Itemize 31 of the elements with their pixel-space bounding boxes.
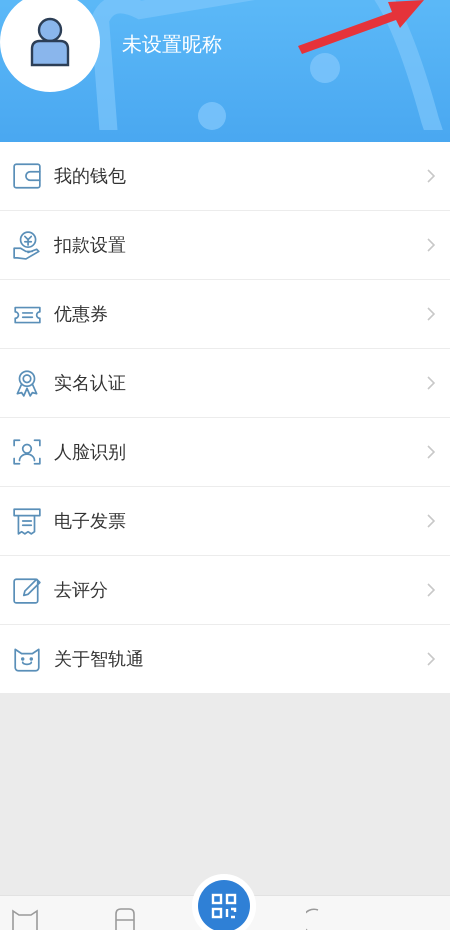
menu-item[interactable]: 人脸识别 <box>0 417 450 486</box>
menu-item[interactable]: 实名认证 <box>0 348 450 417</box>
qr-code-icon <box>211 893 237 919</box>
person-icon <box>29 15 71 69</box>
coin-in-hand-icon <box>12 230 42 260</box>
chevron-icon <box>426 168 436 184</box>
menu-label: 人脸识别 <box>54 441 127 464</box>
menu-item[interactable]: 我的钱包 <box>0 142 450 210</box>
menu-label: 扣款设置 <box>54 234 127 257</box>
chevron-icon <box>426 306 436 322</box>
receipt-icon <box>12 506 42 536</box>
chevron-icon <box>426 444 436 460</box>
menu-item[interactable]: 电子发票 <box>0 486 450 555</box>
menu-item[interactable]: 关于智轨通 <box>0 624 450 693</box>
menu-label: 电子发票 <box>54 510 127 533</box>
chevron-icon <box>426 237 436 253</box>
menu-item[interactable]: 去评分 <box>0 555 450 624</box>
menu-item[interactable]: 扣款设置 <box>0 210 450 279</box>
chevron-icon <box>426 582 436 598</box>
menu-label: 去评分 <box>54 579 109 602</box>
chevron-icon <box>426 375 436 391</box>
menu-label: 我的钱包 <box>54 165 127 188</box>
menu-label: 实名认证 <box>54 372 127 395</box>
wallet-icon <box>12 161 42 191</box>
scan-qr-button[interactable] <box>192 874 256 930</box>
chevron-icon <box>426 513 436 529</box>
chevron-icon <box>426 651 436 667</box>
menu-item[interactable]: 优惠券 <box>0 279 450 348</box>
menu-label: 优惠券 <box>54 303 109 326</box>
menu-label: 关于智轨通 <box>54 648 145 671</box>
face-scan-icon <box>12 437 42 467</box>
